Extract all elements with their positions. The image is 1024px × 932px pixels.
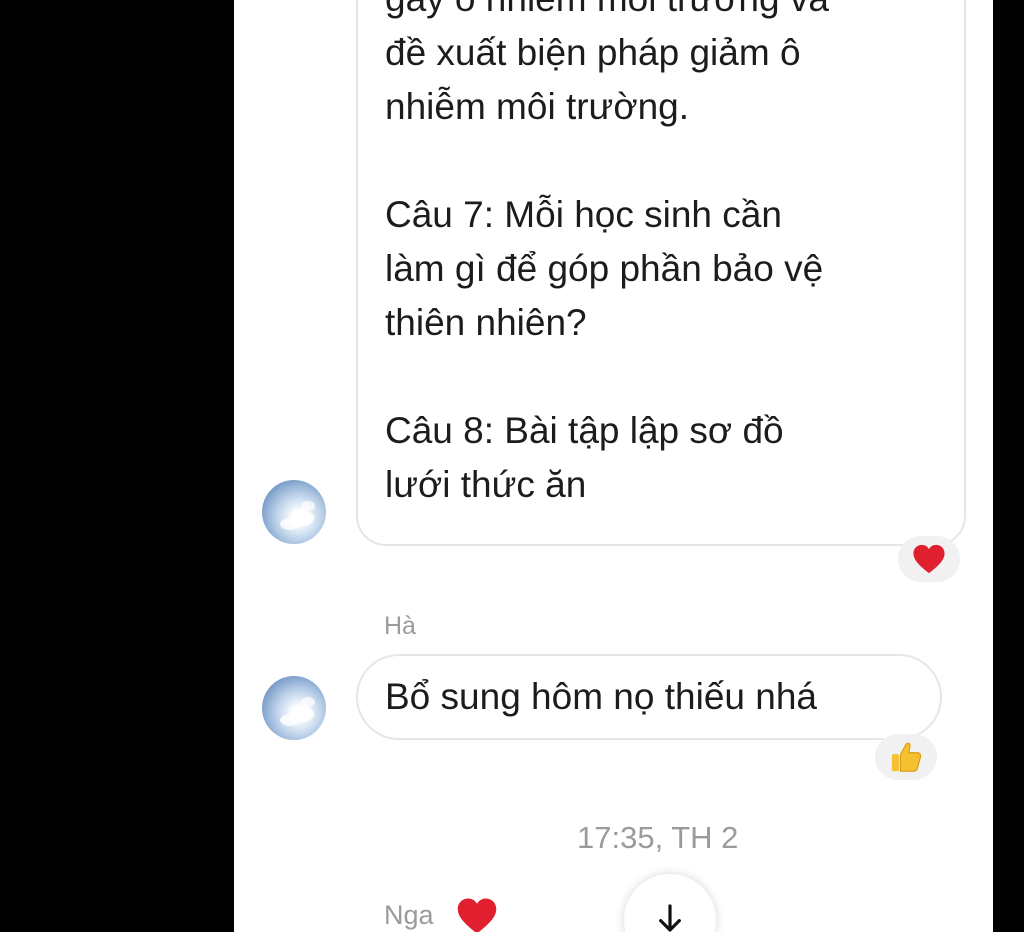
message-bubble[interactable]: gây ô nhiễm môi trường và đề xuất biện p… <box>356 0 966 546</box>
message-line: làm gì để góp phần bảo vệ <box>385 248 824 289</box>
message-reaction[interactable] <box>875 734 937 780</box>
message-bubble[interactable]: Bổ sung hôm nọ thiếu nhá <box>356 654 942 740</box>
sky-cloud-avatar-image <box>280 697 315 726</box>
message-reaction[interactable] <box>898 536 960 582</box>
timestamp-label: 17:35, TH 2 <box>577 820 739 855</box>
message-line: lưới thức ăn <box>385 464 587 505</box>
message-line: nhiễm môi trường. <box>385 86 690 127</box>
message-paragraph-gap <box>385 350 944 404</box>
right-letterbox <box>993 0 1024 932</box>
sender-avatar[interactable] <box>262 676 326 740</box>
heart-icon <box>913 544 945 574</box>
sender-reaction <box>456 896 498 932</box>
left-letterbox <box>0 0 234 932</box>
sender-name-label: Nga <box>384 900 434 930</box>
sender-name-label: Hà <box>384 612 416 640</box>
message-line: gây ô nhiễm môi trường và <box>385 0 944 26</box>
chat-conversation[interactable]: gây ô nhiễm môi trường và đề xuất biện p… <box>234 0 993 932</box>
sender-avatar[interactable] <box>262 480 326 544</box>
message-line: thiên nhiên? <box>385 302 587 343</box>
message-line: Câu 7: Mỗi học sinh cần <box>385 194 782 235</box>
message-line: đề xuất biện pháp giảm ô <box>385 32 801 73</box>
arrow-down-icon <box>659 904 681 932</box>
thumbs-up-icon <box>891 742 922 772</box>
message-line: Câu 8: Bài tập lập sơ đồ <box>385 410 784 451</box>
heart-icon <box>457 898 497 932</box>
sky-cloud-avatar-image <box>280 501 315 530</box>
scroll-to-bottom-button[interactable] <box>624 874 716 932</box>
message-paragraph-gap <box>385 134 944 188</box>
